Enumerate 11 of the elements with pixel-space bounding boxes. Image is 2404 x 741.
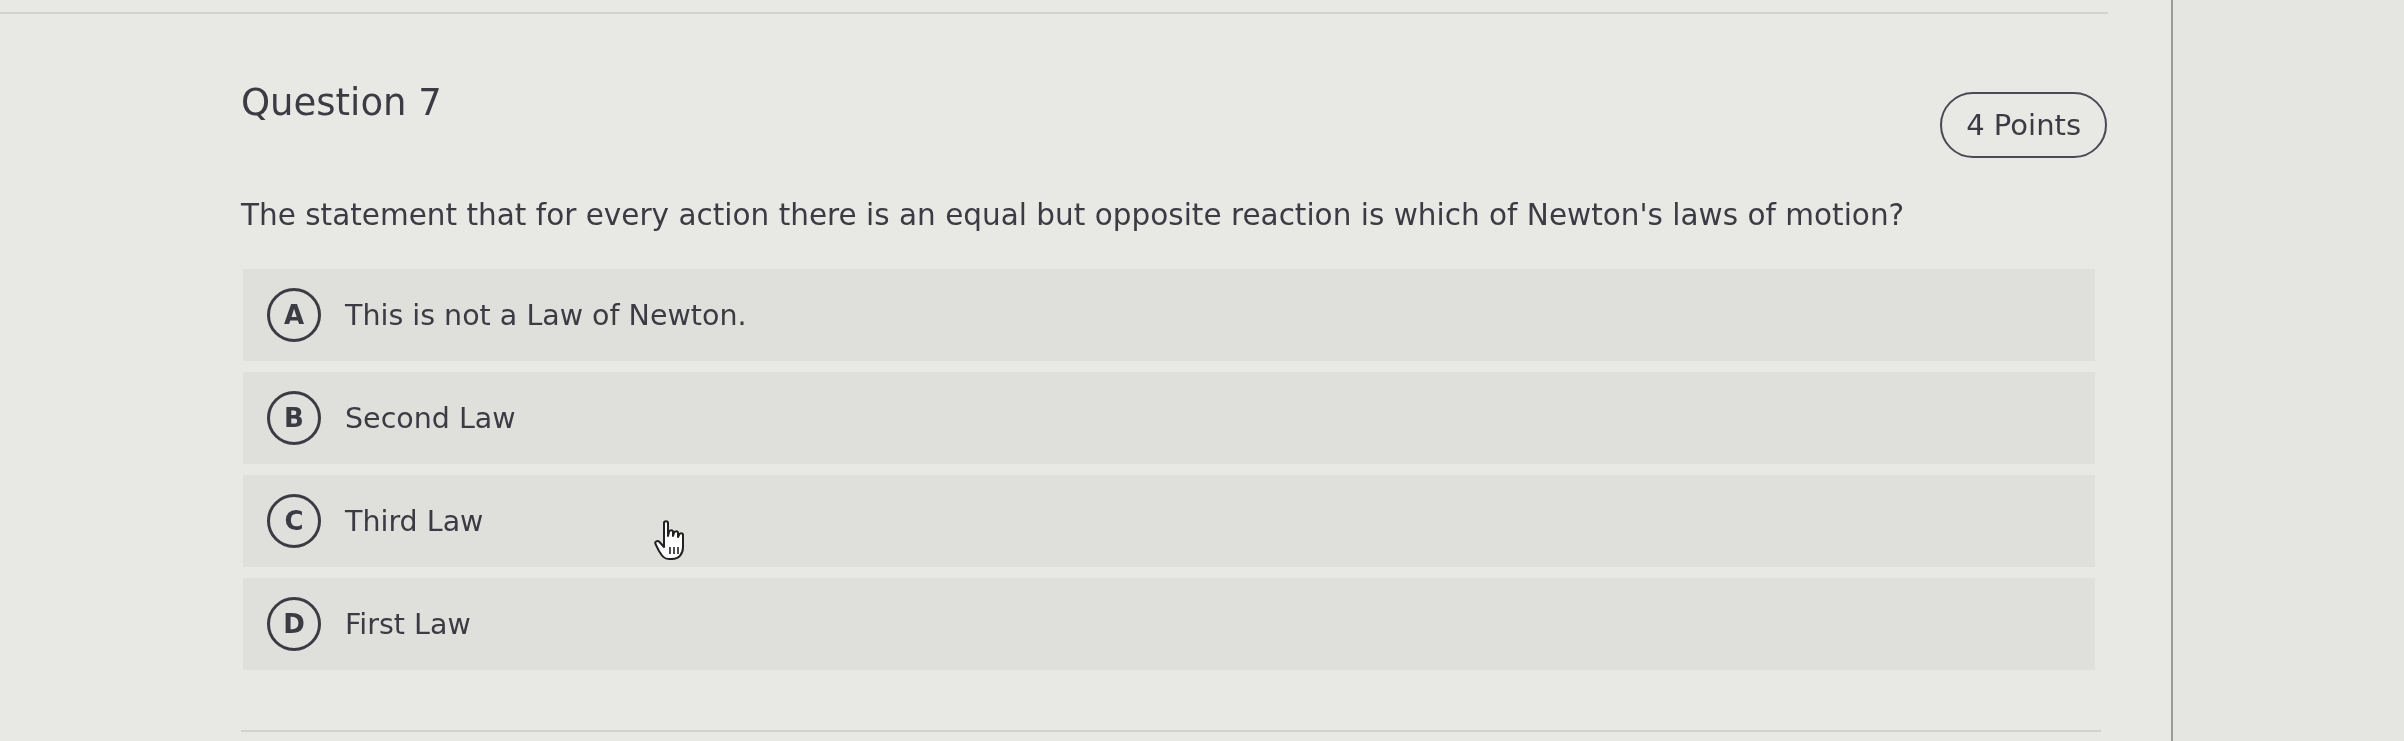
answer-option[interactable]: D First Law xyxy=(243,578,2095,670)
question-text: The statement that for every action there is an equal but opposite reaction is which of Newton's laws of motion? xyxy=(241,197,1906,234)
points-badge: 4 Points xyxy=(1940,92,2107,158)
option-letter: B xyxy=(267,391,321,445)
answer-option[interactable]: A This is not a Law of Newton. xyxy=(243,269,2095,361)
option-letter: C xyxy=(267,494,321,548)
answer-option[interactable]: B Second Law xyxy=(243,372,2095,464)
option-letter: D xyxy=(267,597,321,651)
question-title: Question 7 xyxy=(241,81,442,125)
option-letter: A xyxy=(267,288,321,342)
answer-option[interactable]: C Third Law xyxy=(243,475,2095,567)
